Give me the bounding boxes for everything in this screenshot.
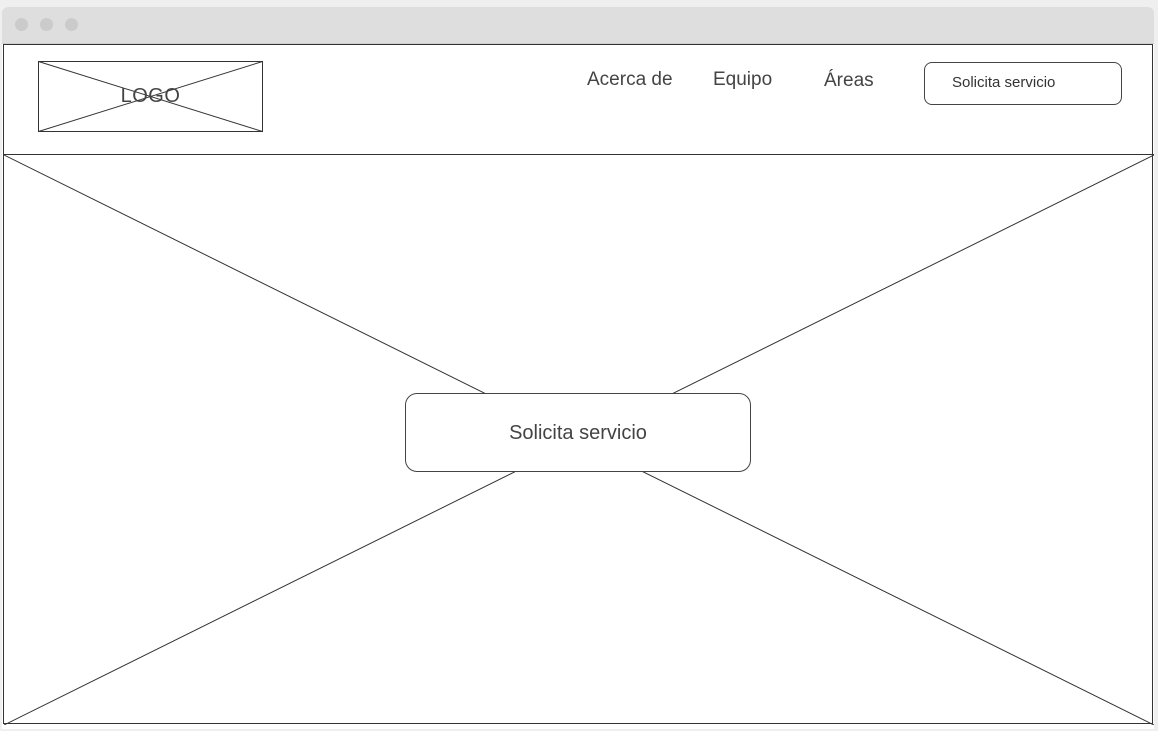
nav-link-team[interactable]: Equipo — [713, 69, 772, 91]
nav-link-areas[interactable]: Áreas — [824, 70, 874, 92]
minimize-dot-icon[interactable] — [40, 18, 53, 31]
nav-link-about[interactable]: Acerca de — [587, 69, 673, 91]
request-service-button-header[interactable]: Solicita servicio — [924, 62, 1122, 105]
hero-image-placeholder: Solicita servicio — [4, 155, 1154, 725]
close-dot-icon[interactable] — [15, 18, 28, 31]
site-header: LOGO Acerca de Equipo Áreas Solicita ser… — [4, 45, 1154, 155]
request-service-button-hero[interactable]: Solicita servicio — [405, 393, 751, 472]
wireframe-page: LOGO Acerca de Equipo Áreas Solicita ser… — [3, 44, 1154, 725]
title-bar — [2, 7, 1154, 44]
browser-window: LOGO Acerca de Equipo Áreas Solicita ser… — [2, 7, 1154, 729]
logo-placeholder[interactable]: LOGO — [38, 61, 263, 132]
maximize-dot-icon[interactable] — [65, 18, 78, 31]
logo-label: LOGO — [120, 85, 181, 107]
